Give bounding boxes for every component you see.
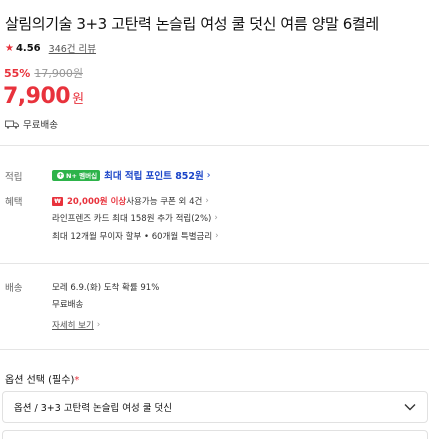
- option-select[interactable]: 옵션 / 3+3 고탄력 논슬립 여성 쿨 덧신: [2, 391, 428, 423]
- chevron-right-icon: ›: [214, 213, 218, 223]
- divider: [0, 145, 429, 146]
- benefit-label: 혜택: [5, 197, 23, 208]
- rating-value: 4.56: [15, 42, 41, 54]
- discount-row: 55% 17,900원: [4, 65, 83, 81]
- points-text: 최대 적립 포인트 852원: [104, 171, 204, 182]
- required-mark: *: [74, 375, 80, 386]
- plus-icon: +: [57, 171, 64, 179]
- sale-price: 7,900: [3, 84, 71, 109]
- coupon-amount: 20,000원 이상: [67, 197, 127, 207]
- card-benefit[interactable]: 라인프렌즈 카드 최대 158원 추가 적립(2%) ›: [52, 212, 218, 224]
- review-count-link[interactable]: 346건 리뷰: [49, 41, 96, 55]
- star-icon: ★: [5, 42, 14, 54]
- option-label-text: 옵션 선택 (필수): [5, 375, 75, 386]
- card-text: 라인프렌즈 카드 최대 158원 추가 적립(2%): [52, 214, 212, 224]
- next-option-select[interactable]: [2, 430, 428, 439]
- shipping-info: 무료배송: [5, 117, 58, 131]
- delivery-detail-link[interactable]: 자세히 보기 ›: [52, 319, 100, 331]
- chevron-right-icon: ›: [96, 320, 101, 330]
- points-row[interactable]: + N+ 멤버십 최대 적립 포인트 852원 ›: [52, 168, 211, 182]
- original-price: 17,900원: [34, 67, 83, 80]
- installment-benefit[interactable]: 최대 12개월 무이자 할부 • 60개월 특별금리 ›: [52, 230, 219, 242]
- product-title: 살림의기술 3+3 고탄력 논슬립 여성 쿨 덧신 여름 양말 6켤레: [5, 15, 379, 33]
- delivery-fee: 무료배송: [52, 300, 84, 310]
- price-row: 7,900 원: [3, 84, 84, 109]
- coupon-text: 사용가능 쿠폰 외 4건: [126, 197, 203, 207]
- detail-link-text: 자세히 보기: [52, 321, 94, 331]
- chevron-right-icon: ›: [205, 196, 209, 206]
- divider: [0, 349, 429, 350]
- chevron-right-icon: ›: [215, 231, 219, 241]
- delivery-label: 배송: [5, 283, 23, 294]
- currency-unit: 원: [72, 92, 85, 107]
- option-selected-value: 옵션 / 3+3 고탄력 논슬립 여성 쿨 덧신: [14, 403, 173, 414]
- rating-row: ★ 4.56 346건 리뷰: [5, 41, 96, 56]
- delivery-arrival: 모레 6.9.(화) 도착 확률 91%: [52, 283, 160, 293]
- coupon-icon: ₩: [52, 196, 63, 206]
- points-label: 적립: [5, 172, 23, 183]
- npay-membership-badge: + N+ 멤버십: [52, 169, 101, 181]
- option-label: 옵션 선택 (필수)*: [5, 371, 79, 386]
- coupon-benefit[interactable]: ₩ 20,000원 이상 사용가능 쿠폰 외 4건 ›: [52, 195, 209, 207]
- chevron-right-icon: ›: [206, 169, 211, 181]
- installment-text: 최대 12개월 무이자 할부 • 60개월 특별금리: [52, 232, 213, 242]
- chevron-down-icon: [404, 404, 416, 411]
- shipping-label: 무료배송: [23, 120, 58, 131]
- truck-icon: [5, 120, 19, 129]
- discount-rate: 55%: [4, 67, 31, 80]
- divider: [0, 263, 429, 264]
